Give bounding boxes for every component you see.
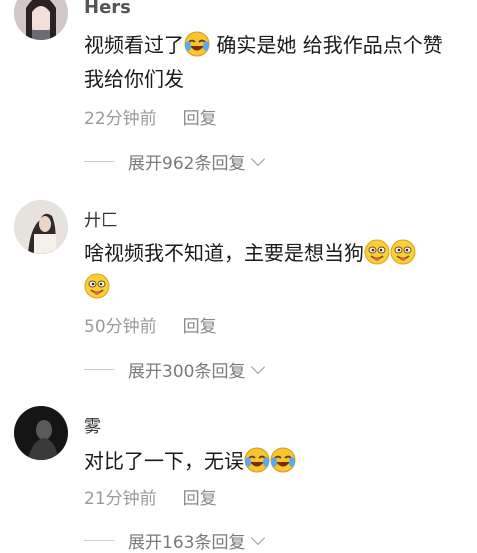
silly-face-emoji-icon: [390, 239, 416, 265]
username[interactable]: 雾: [84, 412, 101, 437]
comment-meta: 22分钟前 回复: [84, 104, 217, 129]
expand-replies-label: 展开962条回复: [128, 154, 246, 174]
expand-replies-button[interactable]: 展开962条回复: [84, 149, 266, 174]
expand-replies-label: 展开163条回复: [128, 533, 246, 553]
expand-replies-label: 展开300条回复: [128, 362, 246, 382]
reply-button[interactable]: 回复: [183, 489, 217, 509]
laugh-cry-emoji-icon: [270, 447, 296, 473]
comment-meta: 50分钟前 回复: [84, 312, 217, 337]
comment-text-part: 啥视频我不知道，主要是想当狗: [84, 241, 364, 265]
avatar[interactable]: [14, 406, 68, 460]
comment-text: 视频看过了 确实是她 给我作品点个赞 我给你们发: [84, 28, 464, 96]
laugh-cry-emoji-icon: [184, 31, 210, 57]
username[interactable]: Hers: [84, 0, 131, 18]
expand-replies-button[interactable]: 展开163条回复: [84, 528, 266, 553]
timestamp: 21分钟前: [84, 489, 157, 509]
comment-meta: 21分钟前 回复: [84, 484, 217, 509]
username[interactable]: 廾匚: [84, 206, 118, 231]
timestamp: 22分钟前: [84, 109, 157, 129]
divider-line: [84, 369, 114, 370]
chevron-down-icon: [251, 151, 266, 166]
laugh-cry-emoji-icon: [244, 447, 270, 473]
reply-button[interactable]: 回复: [183, 317, 217, 337]
expand-replies-button[interactable]: 展开300条回复: [84, 357, 266, 382]
divider-line: [84, 161, 114, 162]
chevron-down-icon: [251, 530, 266, 545]
divider-line: [84, 540, 114, 541]
comment-text-part: 视频看过了: [84, 33, 184, 57]
silly-face-emoji-icon: [84, 273, 110, 299]
chevron-down-icon: [251, 359, 266, 374]
comment-text: 对比了一下，无误: [84, 444, 464, 478]
avatar[interactable]: [14, 0, 68, 40]
comment-text: 啥视频我不知道，主要是想当狗: [84, 236, 464, 304]
comment-text-part: 对比了一下，无误: [84, 449, 244, 473]
silly-face-emoji-icon: [364, 239, 390, 265]
timestamp: 50分钟前: [84, 317, 157, 337]
avatar[interactable]: [14, 200, 68, 254]
reply-button[interactable]: 回复: [183, 109, 217, 129]
